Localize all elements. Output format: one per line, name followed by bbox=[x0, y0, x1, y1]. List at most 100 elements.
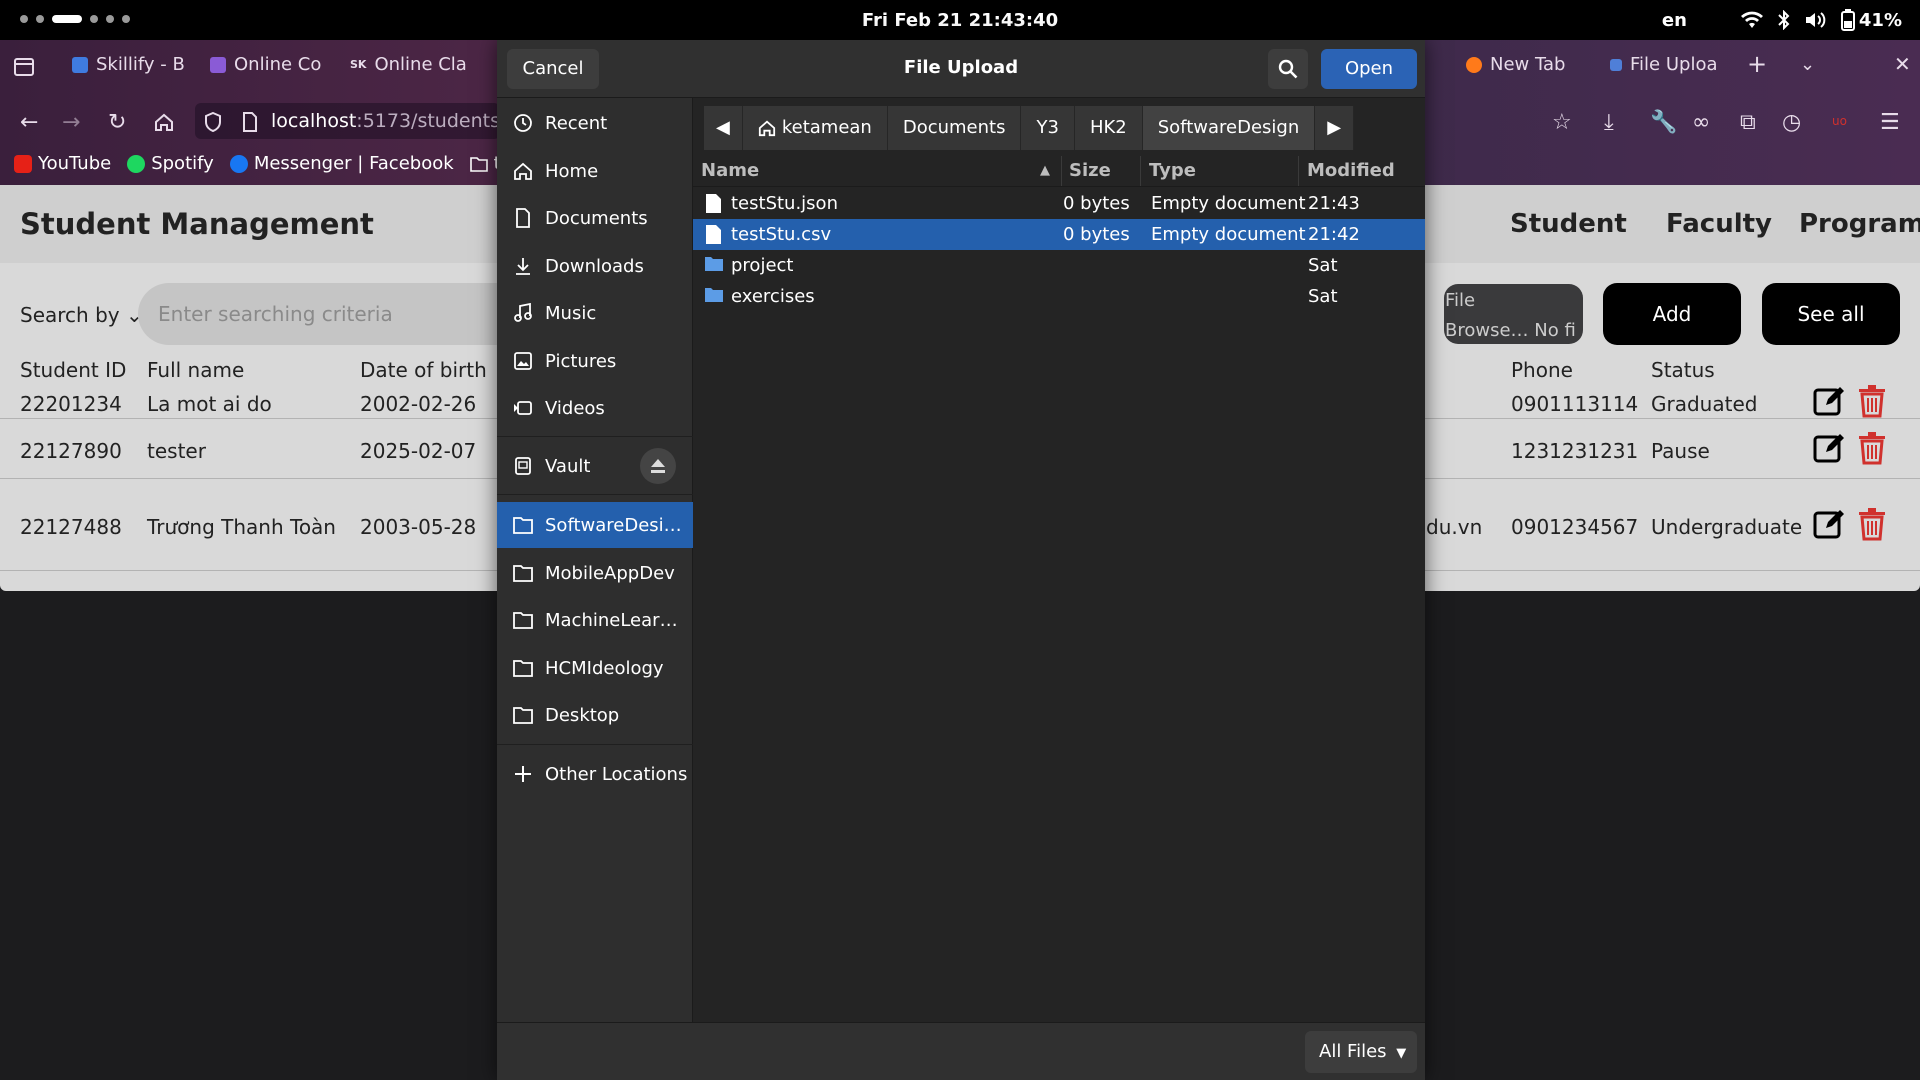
edit-icon[interactable] bbox=[1813, 507, 1845, 541]
home-icon bbox=[514, 162, 532, 180]
menu-icon[interactable]: ☰ bbox=[1880, 110, 1900, 135]
sidebar-item-pictures[interactable]: Pictures bbox=[497, 338, 693, 384]
battery-percentage: 41% bbox=[1858, 9, 1902, 31]
shield-icon[interactable] bbox=[204, 112, 222, 132]
folder-row[interactable]: exercises Sat bbox=[693, 281, 1425, 312]
path-scroll-right-button[interactable]: ▶ bbox=[1315, 106, 1355, 150]
sidebar-item-recent[interactable]: Recent bbox=[497, 100, 693, 146]
extensions-icon[interactable]: ⧉ bbox=[1740, 110, 1756, 135]
path-crumb-home[interactable]: ketamean bbox=[742, 106, 888, 150]
folder-icon bbox=[705, 288, 723, 302]
video-icon bbox=[514, 401, 532, 415]
column-name-header[interactable]: Name bbox=[701, 160, 759, 181]
back-icon[interactable]: ← bbox=[20, 110, 38, 135]
sidebar-item-mobileappdev[interactable]: MobileAppDev bbox=[497, 550, 693, 596]
folder-row[interactable]: project Sat bbox=[693, 250, 1425, 281]
tab-online-class[interactable]: SK Online Cla bbox=[350, 54, 467, 75]
bookmark-youtube[interactable]: YouTube bbox=[14, 153, 111, 174]
tab-list-chevron-icon[interactable]: ⌄ bbox=[1800, 54, 1815, 75]
sidebar-item-downloads[interactable]: Downloads bbox=[497, 243, 693, 289]
skillify-favicon bbox=[72, 56, 88, 73]
infinity-extension-icon[interactable]: ∞ bbox=[1692, 110, 1710, 135]
download-icon bbox=[516, 258, 530, 275]
edit-icon[interactable] bbox=[1813, 384, 1845, 418]
tab-online-course[interactable]: Online Co bbox=[210, 54, 321, 75]
music-icon bbox=[514, 303, 532, 322]
file-row[interactable]: testStu.csv 0 bytes Empty document 21:42 bbox=[693, 219, 1425, 250]
system-tray[interactable]: en 41% bbox=[1662, 9, 1902, 31]
edit-icon[interactable] bbox=[1813, 431, 1845, 465]
sidebar-item-videos[interactable]: Videos bbox=[497, 385, 693, 431]
tab-file-upload[interactable]: File Uploa bbox=[1610, 54, 1718, 75]
file-row[interactable]: testStu.json 0 bytes Empty document 21:4… bbox=[693, 188, 1425, 219]
trash-icon[interactable] bbox=[1856, 431, 1888, 465]
folder-icon bbox=[469, 156, 488, 172]
column-header-dob: Date of birth bbox=[360, 358, 487, 382]
tools-icon[interactable]: 🔧 bbox=[1650, 110, 1677, 135]
eject-button[interactable] bbox=[640, 448, 676, 484]
reload-icon[interactable]: ↻ bbox=[108, 110, 126, 135]
file-input[interactable]: File Browse… No fi bbox=[1444, 284, 1583, 344]
battery-icon bbox=[1840, 9, 1855, 31]
keyboard-layout[interactable]: en bbox=[1662, 10, 1687, 31]
path-crumb-softwaredesign[interactable]: SoftwareDesign bbox=[1142, 106, 1316, 150]
search-button[interactable] bbox=[1268, 49, 1308, 89]
history-icon[interactable]: ◷ bbox=[1782, 110, 1801, 135]
add-button[interactable]: Add bbox=[1603, 283, 1741, 345]
sidebar-item-hcmideology[interactable]: HCMIdeology bbox=[497, 645, 693, 691]
course-favicon bbox=[210, 56, 226, 73]
tab-overview-icon[interactable] bbox=[14, 58, 34, 76]
sidebar-item-documents[interactable]: Documents bbox=[497, 195, 693, 241]
column-divider bbox=[1298, 156, 1299, 186]
page-title: Student Management bbox=[20, 207, 374, 241]
tab-skillify[interactable]: Skillify - B bbox=[72, 54, 185, 75]
open-button[interactable]: Open bbox=[1321, 49, 1417, 89]
path-crumb-hk2[interactable]: HK2 bbox=[1074, 106, 1143, 150]
dropdown-arrow-icon: ▼ bbox=[1396, 1046, 1407, 1061]
file-type-filter[interactable]: All Files ▼ bbox=[1305, 1031, 1417, 1073]
nav-faculty[interactable]: Faculty bbox=[1666, 209, 1772, 239]
column-modified-header[interactable]: Modified bbox=[1307, 160, 1395, 181]
nav-student[interactable]: Student bbox=[1510, 209, 1627, 239]
nav-program[interactable]: Program bbox=[1799, 209, 1920, 239]
sidebar-separator bbox=[497, 436, 693, 437]
bookmarks-bar: YouTube Spotify Messenger | Facebook thi… bbox=[14, 153, 527, 174]
ublock-icon[interactable]: uo bbox=[1832, 114, 1847, 128]
forward-icon[interactable]: → bbox=[62, 110, 80, 135]
tab-new-tab[interactable]: New Tab bbox=[1466, 54, 1565, 75]
page-info-icon[interactable] bbox=[242, 112, 258, 132]
sidebar-item-desktop[interactable]: Desktop bbox=[497, 692, 693, 738]
new-tab-icon[interactable]: + bbox=[1747, 50, 1767, 78]
url-bar[interactable]: localhost:5173/students bbox=[195, 103, 500, 139]
see-all-button[interactable]: See all bbox=[1762, 283, 1900, 345]
student-status: Graduated bbox=[1651, 392, 1758, 416]
downloads-icon[interactable]: ⤓ bbox=[1604, 110, 1614, 135]
bookmark-spotify[interactable]: Spotify bbox=[127, 153, 214, 174]
column-header-status: Status bbox=[1651, 358, 1715, 382]
bookmark-star-icon[interactable]: ☆ bbox=[1552, 110, 1572, 135]
close-window-icon[interactable]: ✕ bbox=[1894, 52, 1911, 76]
path-crumb-documents[interactable]: Documents bbox=[887, 106, 1022, 150]
home-icon[interactable] bbox=[154, 112, 174, 132]
sidebar-item-music[interactable]: Music bbox=[497, 290, 693, 336]
sidebar-item-machinelearning[interactable]: MachineLear… bbox=[497, 597, 693, 643]
clock[interactable]: Fri Feb 21 21:43:40 bbox=[0, 10, 1920, 31]
sidebar-item-softwaredesign[interactable]: SoftwareDesi… bbox=[497, 502, 693, 548]
sidebar-item-other-locations[interactable]: Other Locations bbox=[497, 751, 693, 797]
search-input[interactable]: Enter searching criteria bbox=[138, 283, 518, 345]
url-host: localhost bbox=[271, 110, 357, 132]
path-crumb-y3[interactable]: Y3 bbox=[1021, 106, 1075, 150]
column-type-header[interactable]: Type bbox=[1149, 160, 1196, 181]
trash-icon[interactable] bbox=[1856, 384, 1888, 418]
student-phone: 0901113114 bbox=[1511, 392, 1639, 416]
drive-icon bbox=[515, 457, 531, 475]
bluetooth-icon bbox=[1778, 10, 1790, 30]
sidebar-item-home[interactable]: Home bbox=[497, 148, 693, 194]
trash-icon[interactable] bbox=[1856, 507, 1888, 541]
path-scroll-left-button[interactable]: ◀ bbox=[704, 106, 743, 150]
folder-icon bbox=[513, 517, 533, 534]
column-size-header[interactable]: Size bbox=[1069, 160, 1111, 181]
folder-icon bbox=[513, 660, 533, 677]
bookmark-messenger[interactable]: Messenger | Facebook bbox=[229, 153, 454, 174]
search-by-dropdown[interactable]: Search by ⌄ bbox=[20, 303, 143, 327]
